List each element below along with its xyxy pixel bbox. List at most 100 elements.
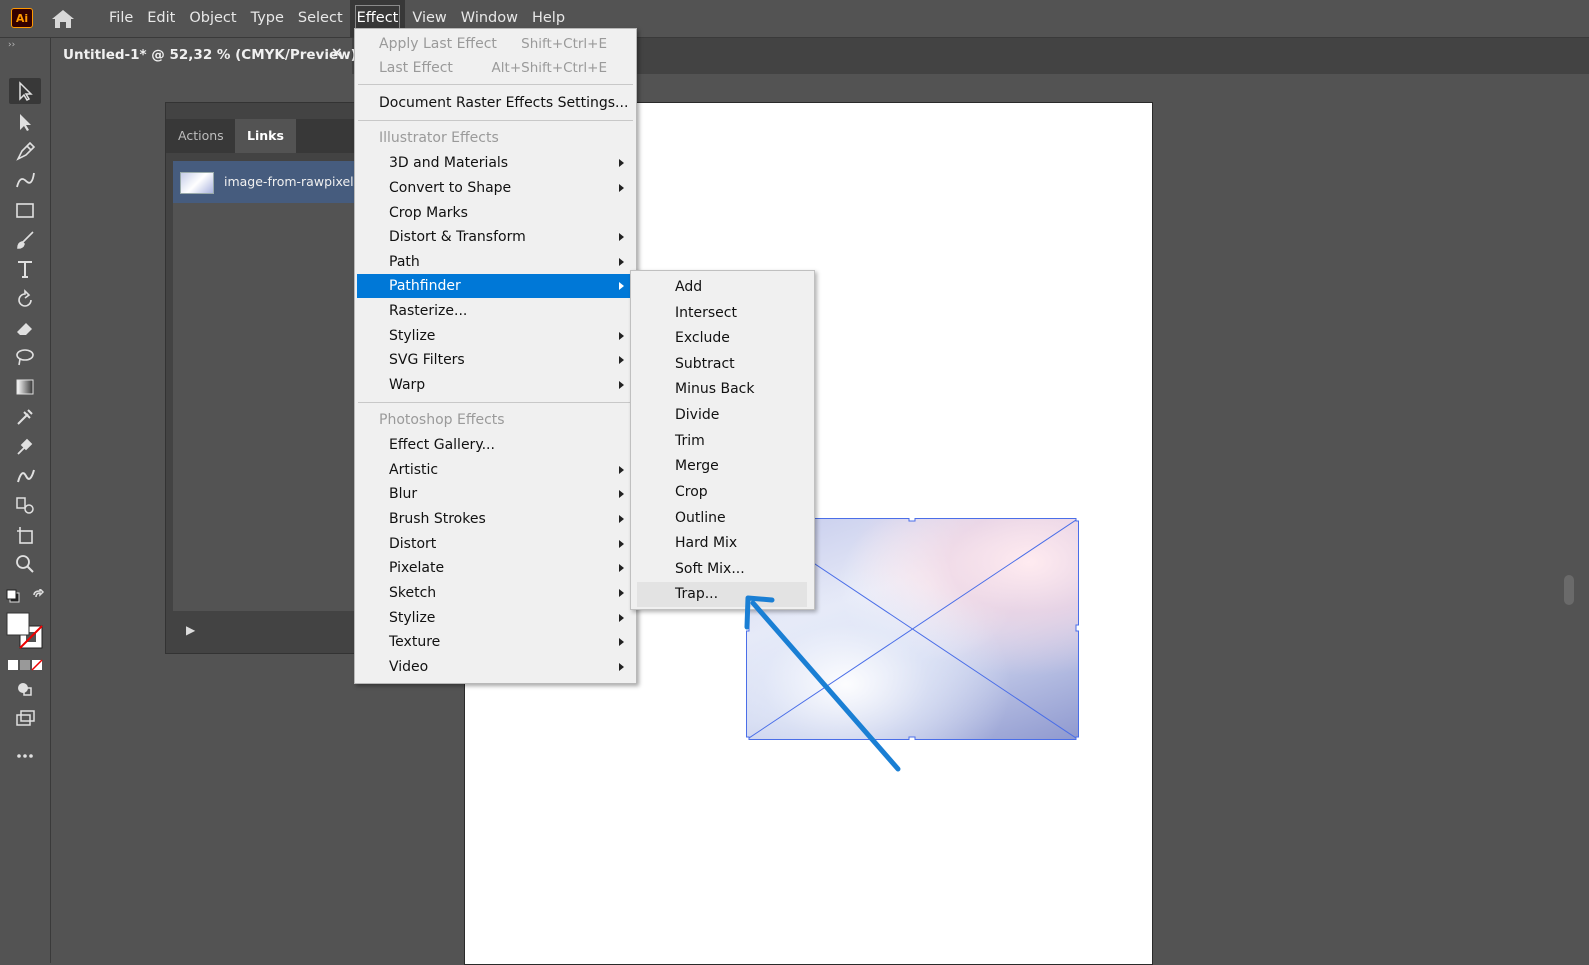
document-tab-bar: Untitled-1* @ 52,32 % (CMYK/Preview) × [52, 38, 1589, 74]
submenu-arrow-icon [619, 663, 624, 671]
play-icon[interactable]: ▶ [186, 623, 195, 637]
collapse-chevron-icon[interactable]: ›› [8, 40, 15, 50]
submenu-item-trim[interactable]: Trim [631, 429, 814, 454]
artboard-tool-icon[interactable] [9, 522, 41, 548]
draw-mode-icon[interactable] [9, 675, 41, 701]
submenu-item-subtract[interactable]: Subtract [631, 352, 814, 377]
menu-item-video[interactable]: Video [355, 655, 636, 679]
direct-selection-tool-icon[interactable] [9, 109, 41, 135]
menu-item-stylize-photoshop[interactable]: Stylize [355, 606, 636, 630]
close-icon[interactable]: × [331, 45, 343, 61]
tools-panel: ›› [0, 38, 51, 963]
panel-tabs: Actions Links [166, 119, 366, 153]
submenu-arrow-icon [619, 466, 624, 474]
submenu-item-crop[interactable]: Crop [631, 480, 814, 505]
document-tab-title: Untitled-1* @ 52,32 % (CMYK/Preview) [63, 47, 357, 63]
menu-item-distort[interactable]: Distort [355, 532, 636, 556]
menu-item-texture[interactable]: Texture [355, 630, 636, 654]
submenu-arrow-icon [619, 184, 624, 192]
home-icon[interactable] [50, 7, 76, 31]
menu-item-brush-strokes[interactable]: Brush Strokes [355, 507, 636, 531]
menu-item-apply-last-effect[interactable]: Apply Last Effect Shift+Ctrl+E [355, 32, 636, 56]
lasso-tool-icon[interactable] [9, 344, 41, 370]
menu-item-rasterize[interactable]: Rasterize... [355, 299, 636, 323]
submenu-item-minus-back[interactable]: Minus Back [631, 377, 814, 402]
submenu-arrow-icon [619, 515, 624, 523]
default-colors-icon[interactable] [6, 588, 20, 603]
submenu-arrow-icon [619, 490, 624, 498]
scrollbar-handle[interactable] [1564, 575, 1574, 605]
effect-menu: Apply Last Effect Shift+Ctrl+E Last Effe… [354, 28, 637, 684]
symbol-sprayer-tool-icon[interactable] [9, 492, 41, 518]
screen-mode-icon[interactable] [9, 705, 41, 731]
submenu-item-hard-mix[interactable]: Hard Mix [631, 531, 814, 556]
submenu-arrow-icon [619, 540, 624, 548]
paintbrush-tool-icon[interactable] [9, 227, 41, 253]
submenu-item-intersect[interactable]: Intersect [631, 301, 814, 326]
menu-item-pathfinder[interactable]: Pathfinder [357, 274, 630, 298]
pathfinder-submenu: Add Intersect Exclude Subtract Minus Bac… [630, 270, 815, 610]
eraser-tool-icon[interactable] [9, 315, 41, 341]
submenu-arrow-icon [619, 258, 624, 266]
selection-tool-icon[interactable] [9, 78, 41, 104]
rotate-tool-icon[interactable] [9, 286, 41, 312]
menu-item-sketch[interactable]: Sketch [355, 581, 636, 605]
fill-stroke-swatch[interactable] [6, 612, 44, 650]
menu-item-path[interactable]: Path [355, 250, 636, 274]
menu-file[interactable]: File [102, 0, 140, 37]
menu-item-svg-filters[interactable]: SVG Filters [355, 348, 636, 372]
more-tools-icon[interactable] [9, 743, 41, 769]
menu-item-stylize-illustrator[interactable]: Stylize [355, 324, 636, 348]
submenu-arrow-icon [619, 564, 624, 572]
illustrator-logo: Ai [11, 8, 33, 28]
menu-item-artistic[interactable]: Artistic [355, 458, 636, 482]
color-mode-buttons[interactable] [7, 656, 43, 671]
curvature-tool-icon[interactable] [9, 167, 41, 193]
gradient-tool-icon[interactable] [9, 374, 41, 400]
menu-object[interactable]: Object [182, 0, 243, 37]
menu-item-effect-gallery[interactable]: Effect Gallery... [355, 433, 636, 457]
submenu-item-divide[interactable]: Divide [631, 403, 814, 428]
submenu-item-exclude[interactable]: Exclude [631, 326, 814, 351]
menu-type[interactable]: Type [244, 0, 291, 37]
submenu-item-outline[interactable]: Outline [631, 506, 814, 531]
blend-tool-icon[interactable] [9, 462, 41, 488]
zoom-tool-icon[interactable] [9, 551, 41, 577]
menu-item-distort-transform[interactable]: Distort & Transform [355, 225, 636, 249]
menu-item-crop-marks[interactable]: Crop Marks [355, 201, 636, 225]
submenu-arrow-icon [619, 381, 624, 389]
section-illustrator-effects: Illustrator Effects [379, 130, 499, 146]
submenu-arrow-icon [619, 356, 624, 364]
submenu-item-soft-mix[interactable]: Soft Mix... [631, 557, 814, 582]
mesh-tool-icon[interactable] [9, 404, 41, 430]
submenu-arrow-icon [619, 233, 624, 241]
link-name: image-from-rawpixel-id- [224, 174, 375, 189]
menu-item-warp[interactable]: Warp [355, 373, 636, 397]
submenu-item-merge[interactable]: Merge [631, 454, 814, 479]
menu-select[interactable]: Select [291, 0, 350, 37]
tab-links[interactable]: Links [235, 119, 296, 153]
document-tab[interactable]: Untitled-1* @ 52,32 % (CMYK/Preview) × [52, 38, 357, 74]
submenu-arrow-icon [619, 159, 624, 167]
submenu-item-add[interactable]: Add [631, 275, 814, 300]
section-photoshop-effects: Photoshop Effects [379, 412, 505, 428]
swap-colors-icon[interactable] [32, 587, 46, 602]
menu-item-last-effect[interactable]: Last Effect Alt+Shift+Ctrl+E [355, 56, 636, 80]
menu-edit[interactable]: Edit [140, 0, 182, 37]
eyedropper-tool-icon[interactable] [9, 433, 41, 459]
link-item[interactable]: image-from-rawpixel-id- [173, 161, 374, 203]
pen-tool-icon[interactable] [9, 138, 41, 164]
menu-item-3d-and-materials[interactable]: 3D and Materials [355, 151, 636, 175]
links-panel: Actions Links image-from-rawpixel-id- ▶ [165, 102, 374, 654]
links-list: image-from-rawpixel-id- [173, 161, 374, 611]
type-tool-icon[interactable] [9, 256, 41, 282]
submenu-arrow-icon [619, 589, 624, 597]
rectangle-tool-icon[interactable] [9, 197, 41, 223]
submenu-arrow-icon [619, 282, 624, 290]
menu-item-blur[interactable]: Blur [355, 482, 636, 506]
submenu-item-trap[interactable]: Trap... [637, 582, 807, 607]
tab-actions[interactable]: Actions [166, 119, 236, 153]
menu-item-pixelate[interactable]: Pixelate [355, 556, 636, 580]
menu-item-document-raster-effects-settings[interactable]: Document Raster Effects Settings... [355, 91, 636, 115]
menu-item-convert-to-shape[interactable]: Convert to Shape [355, 176, 636, 200]
